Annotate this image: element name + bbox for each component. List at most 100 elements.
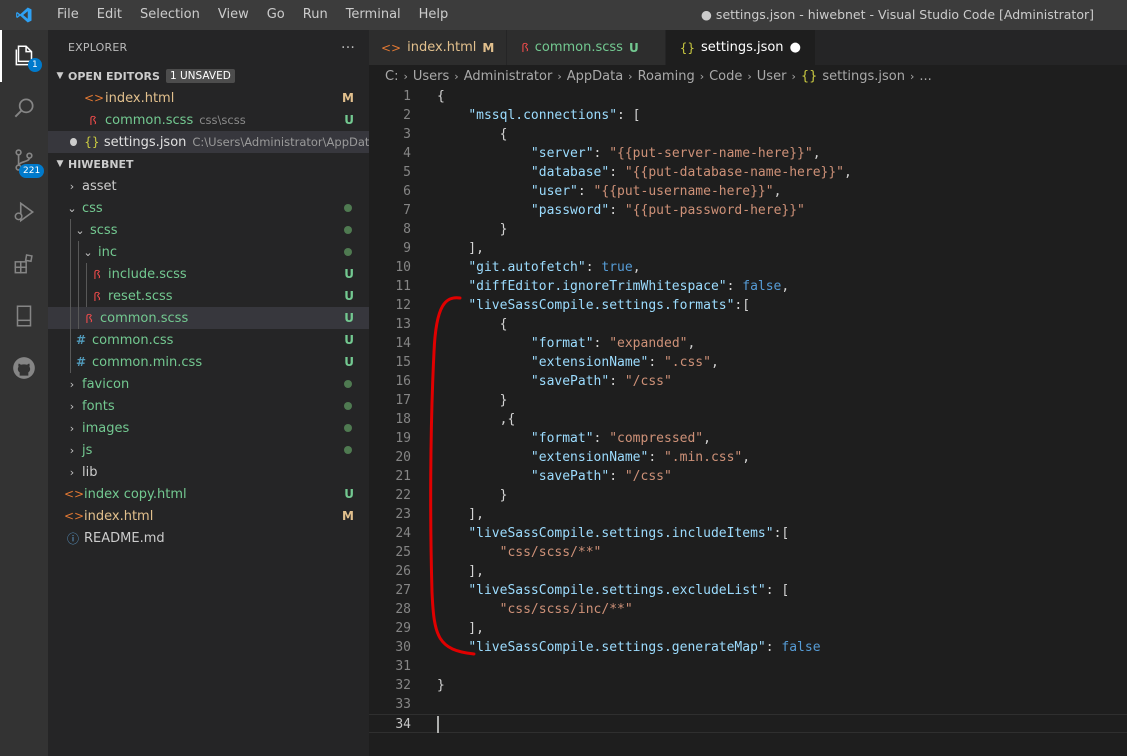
tree-item-label: index copy.html — [84, 486, 187, 502]
chevron-right-icon: › — [69, 377, 75, 391]
title-bar: File Edit Selection View Go Run Terminal… — [0, 0, 1127, 30]
indent-guide — [86, 285, 87, 307]
open-editor-item[interactable]: ꟗ common.scss css\scss U — [48, 109, 369, 131]
sass-file-icon: ꟗ — [93, 289, 101, 304]
code-line[interactable]: 8 } — [369, 220, 1127, 239]
menu-selection[interactable]: Selection — [131, 0, 209, 30]
tree-item-file[interactable]: ꟗ common.scss U — [48, 307, 369, 329]
tree-item-folder[interactable]: › fonts — [48, 395, 369, 417]
breadcrumb-item[interactable]: Roaming — [638, 69, 695, 84]
git-status: M — [342, 509, 354, 523]
chevron-right-icon: › — [557, 69, 562, 83]
code-line[interactable]: 32} — [369, 676, 1127, 695]
remote-explorer-activity[interactable] — [0, 290, 48, 342]
code-text: "liveSassCompile.settings.generateMap": … — [468, 640, 821, 655]
breadcrumb-item[interactable]: settings.json — [822, 69, 905, 84]
menu-view[interactable]: View — [209, 0, 258, 30]
breadcrumb-item[interactable]: Code — [709, 69, 742, 84]
tree-item-label: images — [82, 420, 130, 436]
breadcrumb-item[interactable]: User — [757, 69, 787, 84]
github-icon — [13, 357, 35, 379]
open-editors-header[interactable]: ▼ OPEN EDITORS 1 UNSAVED — [48, 65, 369, 87]
open-editor-item[interactable]: {} settings.json C:\Users\Administrator\… — [48, 131, 369, 153]
code-line[interactable]: 10 "git.autofetch": true, — [369, 258, 1127, 277]
menu-file[interactable]: File — [48, 0, 88, 30]
breadcrumb-item[interactable]: Users — [413, 69, 449, 84]
unsaved-dot-icon[interactable] — [70, 138, 77, 146]
chevron-down-icon: ⌄ — [75, 223, 85, 237]
tab-common-scss[interactable]: ꟗ common.scss U — [507, 30, 666, 65]
tree-item-folder[interactable]: ⌄ scss — [48, 219, 369, 241]
unsaved-dot-icon[interactable]: ● — [790, 40, 801, 55]
indent-guide — [78, 263, 79, 285]
git-status: U — [344, 333, 354, 347]
github-activity[interactable] — [0, 342, 48, 394]
line-number: 8 — [403, 222, 411, 237]
tree-item-folder[interactable]: ⌄ css — [48, 197, 369, 219]
tab-index-html[interactable]: <> index.html M — [369, 30, 508, 65]
code-line[interactable]: 34 — [369, 714, 1127, 733]
more-actions-button[interactable]: ··· — [341, 40, 355, 56]
breadcrumb-item[interactable]: AppData — [567, 69, 623, 84]
code-line[interactable]: 33 — [369, 695, 1127, 714]
breadcrumb-item[interactable]: Administrator — [464, 69, 553, 84]
tree-item-folder[interactable]: › js — [48, 439, 369, 461]
tree-item-folder[interactable]: › asset — [48, 175, 369, 197]
tree-item-folder[interactable]: ⌄ inc — [48, 241, 369, 263]
line-number: 23 — [395, 507, 411, 522]
explorer-title: EXPLORER — [68, 41, 128, 54]
tree-item-label: inc — [98, 244, 117, 260]
tab-bar: <> index.html M ꟗ common.scss U {} setti… — [369, 30, 1127, 65]
code-line[interactable]: 4 "server": "{{put-server-name-here}}", — [369, 144, 1127, 163]
git-status: U — [344, 355, 354, 369]
open-editor-item[interactable]: <> index.html M — [48, 87, 369, 109]
code-line[interactable]: 5 "database": "{{put-database-name-here}… — [369, 163, 1127, 182]
tree-item-folder[interactable]: › lib — [48, 461, 369, 483]
code-line[interactable]: 6 "user": "{{put-username-here}}", — [369, 182, 1127, 201]
line-number: 2 — [403, 108, 411, 123]
code-text: "database": "{{put-database-name-here}}"… — [530, 165, 852, 180]
tree-item-label: README.md — [84, 530, 165, 546]
line-number: 25 — [395, 545, 411, 560]
tab-label: settings.json — [701, 40, 784, 55]
breadcrumb-item[interactable]: C: — [385, 69, 398, 84]
menu-terminal[interactable]: Terminal — [337, 0, 410, 30]
search-activity[interactable] — [0, 82, 48, 134]
code-line[interactable]: 3 { — [369, 125, 1127, 144]
menu-go[interactable]: Go — [258, 0, 294, 30]
menu-edit[interactable]: Edit — [88, 0, 131, 30]
code-line[interactable]: 9 ], — [369, 239, 1127, 258]
chevron-down-icon: ⌄ — [67, 201, 77, 215]
tree-item-file[interactable]: ꟗ include.scss U — [48, 263, 369, 285]
code-line[interactable]: 2 "mssql.connections": [ — [369, 106, 1127, 125]
chevron-right-icon: › — [909, 69, 915, 83]
tree-item-file[interactable]: ꟗ reset.scss U — [48, 285, 369, 307]
tab-settings-json[interactable]: {} settings.json ● — [665, 30, 816, 65]
tree-item-file[interactable]: <> index.html M — [48, 505, 369, 527]
menu-help[interactable]: Help — [410, 0, 458, 30]
code-line[interactable]: 7 "password": "{{put-password-here}}" — [369, 201, 1127, 220]
workspace-header[interactable]: ▼ HIWEBNET — [48, 153, 369, 175]
extensions-activity[interactable] — [0, 238, 48, 290]
line-number: 16 — [395, 374, 411, 389]
tree-item-folder[interactable]: › images — [48, 417, 369, 439]
tree-item-file[interactable]: # common.css U — [48, 329, 369, 351]
explorer-activity[interactable]: 1 — [0, 30, 48, 82]
vscode-logo-icon — [0, 0, 48, 30]
tree-item-label: include.scss — [108, 266, 187, 282]
chevron-right-icon: › — [791, 69, 796, 83]
code-line[interactable]: 1{ — [369, 87, 1127, 106]
menu-run[interactable]: Run — [294, 0, 337, 30]
tree-item-file[interactable]: ⓘ README.md — [48, 527, 369, 549]
workspace-label: HIWEBNET — [68, 157, 134, 171]
breadcrumb-item[interactable]: ... — [919, 69, 931, 84]
remote-explorer-icon — [16, 305, 32, 327]
open-editor-path: css\scss — [199, 113, 246, 127]
tree-item-file[interactable]: # common.min.css U — [48, 351, 369, 373]
run-debug-activity[interactable] — [0, 186, 48, 238]
tab-label: common.scss — [534, 40, 623, 55]
tree-item-file[interactable]: <> index copy.html U — [48, 483, 369, 505]
scm-badge: 221 — [19, 164, 45, 178]
tree-item-folder[interactable]: › favicon — [48, 373, 369, 395]
source-control-activity[interactable]: 221 — [0, 134, 48, 186]
